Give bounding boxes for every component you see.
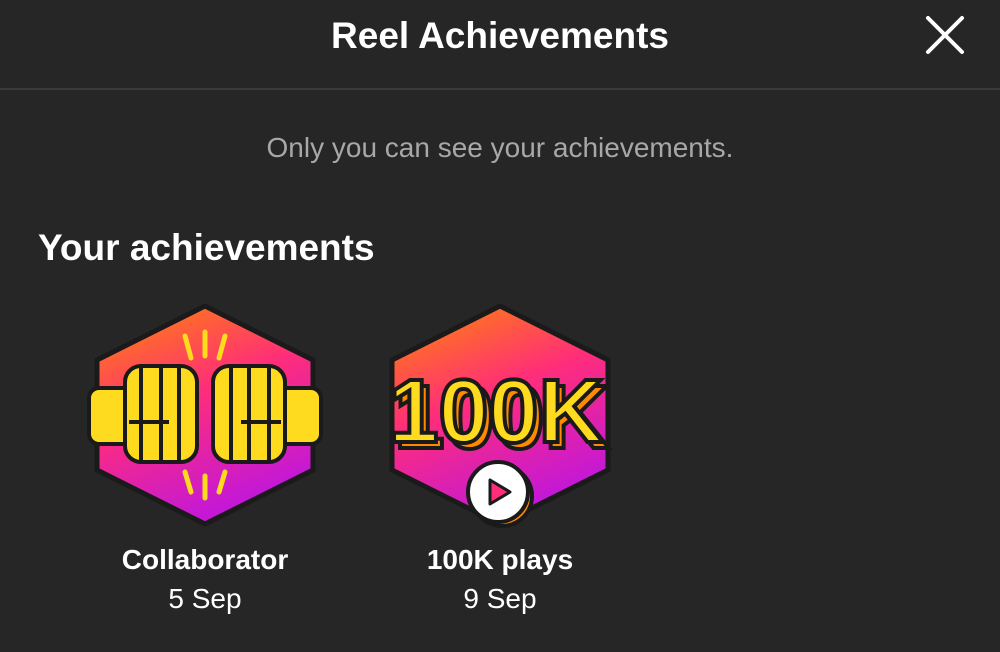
achievement-card-collaborator[interactable]: Collaborator 5 Sep [75, 300, 335, 630]
100k-plays-icon: 100K 100K [370, 300, 630, 532]
badge-100k-text-front: 100K [388, 362, 603, 462]
close-button[interactable] [920, 14, 968, 58]
achievement-name: 100K plays [426, 544, 574, 575]
play-icon [466, 460, 534, 528]
close-icon [926, 16, 964, 54]
header-bar: Reel Achievements [0, 0, 1000, 90]
fist-bump-icon [75, 300, 335, 532]
reel-achievements-screen: Reel Achievements Only you can see your … [0, 0, 1000, 652]
section-title: Your achievements [38, 227, 375, 268]
achievement-name: Collaborator [121, 544, 289, 575]
page-title: Reel Achievements [331, 15, 669, 56]
privacy-note: Only you can see your achievements. [266, 132, 734, 163]
achievement-card-100k-plays[interactable]: 100K 100K 100K plays 9 Sep [370, 300, 630, 630]
achievement-date: 9 Sep [463, 583, 537, 614]
achievement-date: 5 Sep [168, 583, 242, 614]
